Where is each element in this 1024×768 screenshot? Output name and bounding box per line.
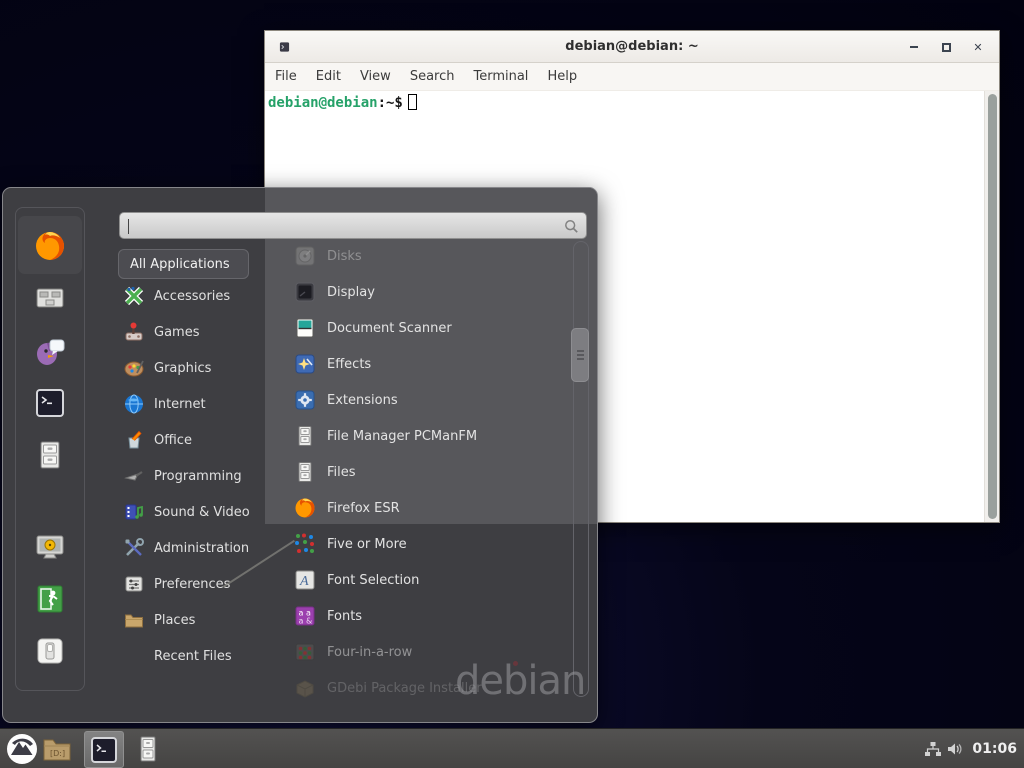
- programming-icon: [123, 465, 145, 487]
- terminal-titlebar[interactable]: debian@debian: ~ ✕: [265, 31, 999, 63]
- maximize-button[interactable]: [939, 40, 953, 54]
- screensaver-lock-icon[interactable]: [33, 530, 67, 564]
- prompt-path: :~$: [378, 95, 403, 111]
- logout-icon[interactable]: [33, 582, 67, 616]
- accessories-icon: [123, 285, 145, 307]
- category-recent-files[interactable]: Recent Files: [118, 638, 264, 674]
- office-icon: [123, 429, 145, 451]
- firefox-esr-icon: [293, 496, 317, 520]
- apps-scrollbar-track[interactable]: [573, 241, 589, 697]
- fonts-icon: a a a &: [293, 604, 317, 628]
- shutdown-icon[interactable]: [33, 634, 67, 668]
- search-caret: [128, 219, 129, 234]
- prompt-user-host: debian@debian: [268, 95, 378, 111]
- category-graphics[interactable]: Graphics: [118, 350, 264, 386]
- category-games[interactable]: Games: [118, 314, 264, 350]
- taskbar-folder-icon[interactable]: [D:]: [42, 735, 72, 763]
- taskbar-clock[interactable]: 01:06: [972, 741, 1017, 757]
- app-disks[interactable]: Disks: [285, 238, 565, 274]
- search-input[interactable]: [120, 213, 586, 238]
- display-icon: [293, 280, 317, 304]
- terminal-scrollbar[interactable]: [984, 91, 999, 522]
- effects-icon: [293, 352, 317, 376]
- taskbar-terminal-icon: [90, 736, 118, 764]
- volume-tray-icon[interactable]: [946, 740, 964, 758]
- extensions-icon: [293, 388, 317, 412]
- network-tray-icon[interactable]: [924, 740, 942, 758]
- menu-view[interactable]: View: [360, 69, 391, 84]
- app-document-scanner[interactable]: Document Scanner: [285, 310, 565, 346]
- category-preferences[interactable]: Preferences: [118, 566, 264, 602]
- minimize-button[interactable]: [907, 40, 921, 54]
- search-icon: [564, 219, 579, 234]
- terminal-menubar: File Edit View Search Terminal Help: [265, 63, 999, 91]
- app-fonts[interactable]: a a a & Fonts: [285, 598, 565, 634]
- disks-icon: [293, 244, 317, 268]
- search-box: [119, 212, 587, 239]
- apps-scrollbar-thumb[interactable]: [571, 328, 589, 382]
- taskbar-cabinet-icon[interactable]: [134, 735, 162, 763]
- administration-icon: [123, 537, 145, 559]
- app-five-or-more[interactable]: Five or More: [285, 526, 565, 562]
- taskbar-menu-button[interactable]: [6, 733, 38, 765]
- menu-help[interactable]: Help: [547, 69, 577, 84]
- file-manager-pcmanfm-icon: [293, 424, 317, 448]
- places-icon: [123, 609, 145, 631]
- terminal-cursor: [408, 94, 417, 110]
- app-files[interactable]: Files: [285, 454, 565, 490]
- firefox-icon[interactable]: [33, 229, 67, 263]
- terminal-scrollbar-thumb[interactable]: [988, 94, 997, 519]
- category-administration[interactable]: Administration: [118, 530, 264, 566]
- terminal-prompt: debian@debian:~$: [265, 91, 999, 111]
- taskbar: [D:] 01:06: [0, 728, 1024, 768]
- four-in-a-row-icon: [293, 640, 317, 664]
- svg-text:[D:]: [D:]: [50, 749, 65, 758]
- desktop: { "colors": { "desktop_navy": "#050518",…: [0, 0, 1024, 768]
- application-menu: All Applications Accessories Games Graph…: [2, 187, 598, 723]
- category-accessories[interactable]: Accessories: [118, 278, 264, 314]
- close-button[interactable]: ✕: [971, 40, 985, 54]
- window-title: debian@debian: ~: [265, 39, 999, 54]
- package-manager-icon[interactable]: [33, 281, 67, 315]
- font-selection-icon: A: [293, 568, 317, 592]
- category-programming[interactable]: Programming: [118, 458, 264, 494]
- app-font-selection[interactable]: A Font Selection: [285, 562, 565, 598]
- file-manager-icon[interactable]: [33, 438, 67, 472]
- app-file-manager-pcmanfm[interactable]: File Manager PCManFM: [285, 418, 565, 454]
- pidgin-icon[interactable]: [33, 334, 67, 368]
- category-office[interactable]: Office: [118, 422, 264, 458]
- games-icon: [123, 321, 145, 343]
- app-effects[interactable]: Effects: [285, 346, 565, 382]
- sound-video-icon: [123, 501, 145, 523]
- category-internet[interactable]: Internet: [118, 386, 264, 422]
- app-firefox-esr[interactable]: Firefox ESR: [285, 490, 565, 526]
- debian-watermark-dot: [513, 661, 518, 666]
- document-scanner-icon: [293, 316, 317, 340]
- gdebi-icon: [293, 676, 317, 700]
- category-places[interactable]: Places: [118, 602, 264, 638]
- menu-terminal[interactable]: Terminal: [473, 69, 528, 84]
- svg-text:a &: a &: [299, 617, 313, 626]
- category-all-applications[interactable]: All Applications: [118, 249, 249, 279]
- app-extensions[interactable]: Extensions: [285, 382, 565, 418]
- graphics-icon: [123, 357, 145, 379]
- taskbar-terminal-button[interactable]: [84, 731, 124, 768]
- menu-edit[interactable]: Edit: [316, 69, 341, 84]
- internet-icon: [123, 393, 145, 415]
- files-icon: [293, 460, 317, 484]
- svg-text:A: A: [299, 574, 309, 589]
- five-or-more-icon: [293, 532, 317, 556]
- app-display[interactable]: Display: [285, 274, 565, 310]
- debian-watermark: debian: [455, 658, 585, 704]
- menu-search[interactable]: Search: [410, 69, 455, 84]
- menu-file[interactable]: File: [275, 69, 297, 84]
- terminal-sidebar-icon[interactable]: [33, 386, 67, 420]
- preferences-icon: [123, 573, 145, 595]
- category-sound-video[interactable]: Sound & Video: [118, 494, 264, 530]
